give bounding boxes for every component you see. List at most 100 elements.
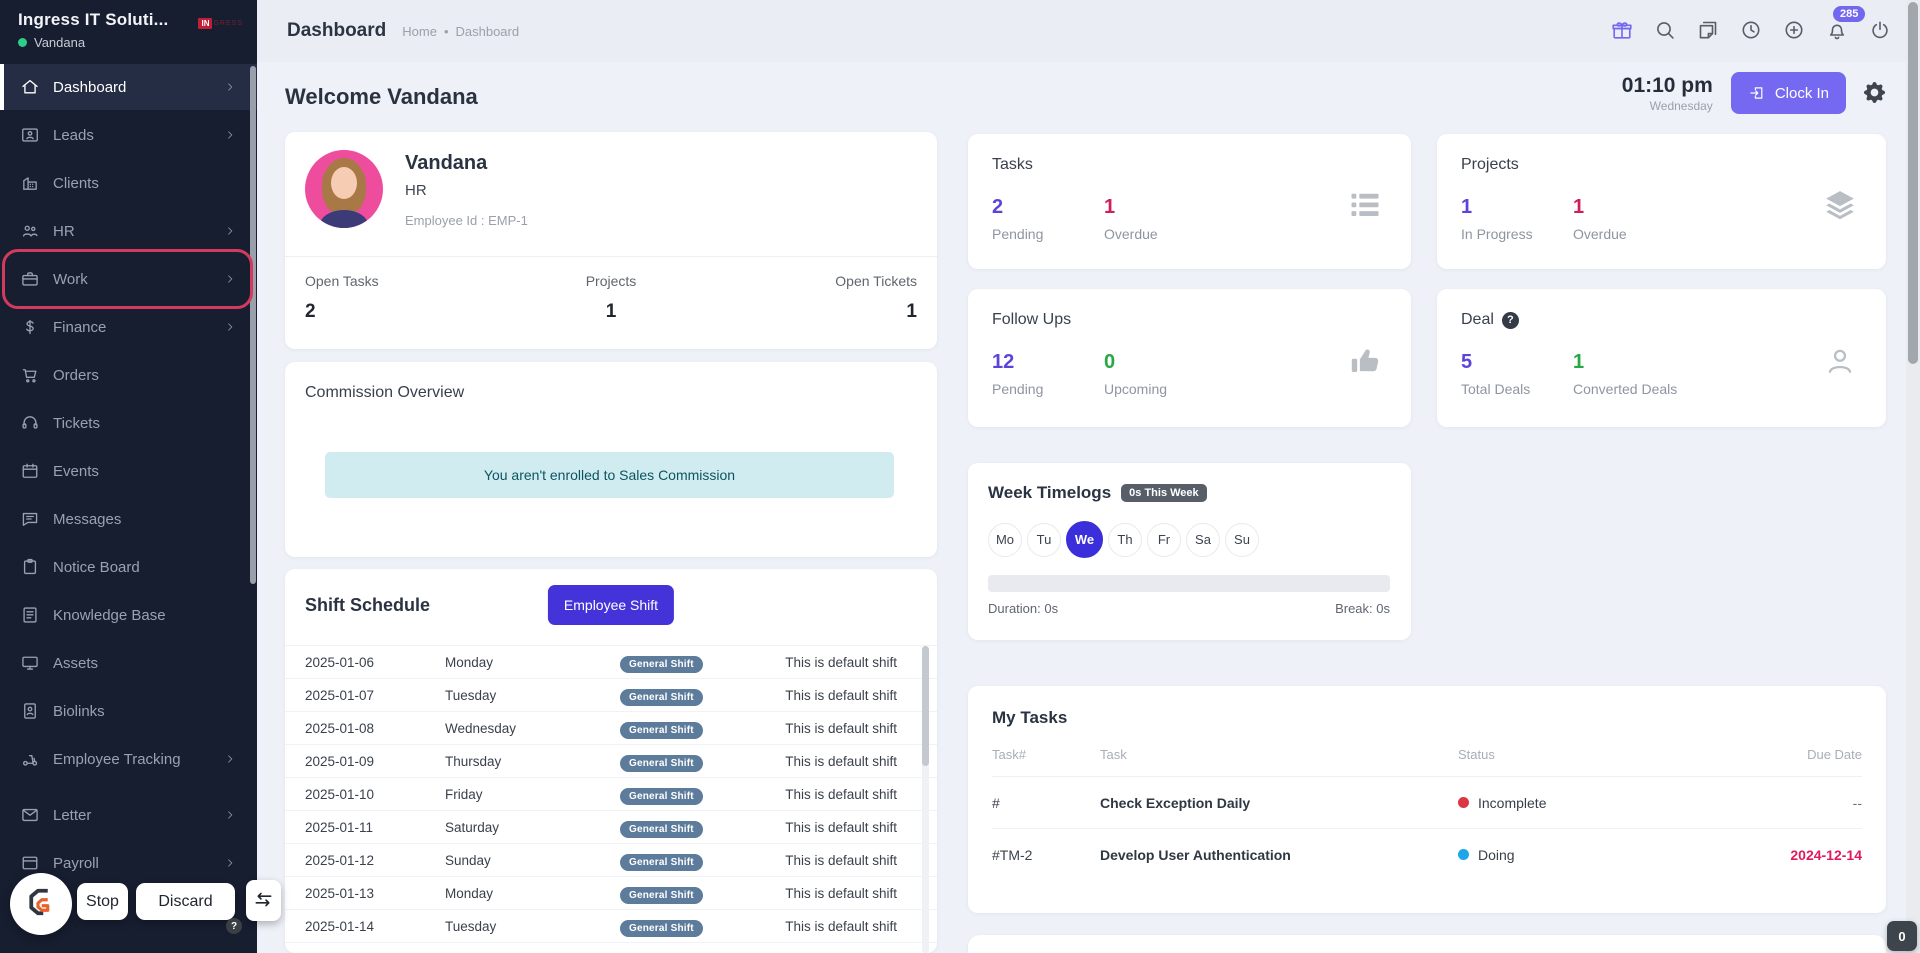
id-card-icon [20,125,40,145]
stat-value: 1 [1573,196,1685,219]
chevron-right-icon [223,224,237,238]
sidebar-item-label: Finance [53,319,106,336]
sidebar-user: Vandana [18,35,243,50]
corner-count-badge[interactable]: 0 [1887,921,1917,951]
topbar-actions: 285 [1610,18,1894,44]
clipboard-icon [20,557,40,577]
sidebar-scrollbar[interactable] [250,66,256,584]
sidebar-item-label: HR [53,223,75,240]
week-timelogs-card: Week Timelogs 0s This Week MoTuWeThFrSaS… [968,463,1411,640]
swap-button[interactable] [246,880,281,921]
task-name: Develop User Authentication [1100,847,1458,863]
help-bubble[interactable]: ? [226,918,242,934]
sidebar-item-leads[interactable]: Leads [0,112,257,158]
bell-button[interactable]: 285 [1825,18,1851,44]
week-day-chip-fr[interactable]: Fr [1147,523,1181,557]
sidebar-item-label: Notice Board [53,559,140,576]
dashboard-settings-gear-icon[interactable] [1864,82,1886,104]
week-day-chip-su[interactable]: Su [1225,523,1259,557]
shift-badge: General Shift [620,722,703,739]
week-day-chip-we[interactable]: We [1066,521,1103,558]
gift-button[interactable] [1610,18,1636,44]
page-scrollbar-thumb[interactable] [1908,2,1918,364]
profile-stat-label: Projects [509,273,713,289]
sidebar-item-assets[interactable]: Assets [0,640,257,686]
sidebar-header: Ingress IT Soluti... INGRESS Vandana [0,0,257,64]
sidebar-item-label: Letter [53,807,91,824]
sidebar-item-messages[interactable]: Messages [0,496,257,542]
shift-date: 2025-01-08 [305,721,445,736]
discard-button[interactable]: Discard [136,883,235,920]
stat-card-title: Deal [1461,311,1494,329]
shift-row: 2025-01-13 Monday General Shift This is … [285,876,937,909]
sidebar-item-label: Clients [53,175,99,192]
power-button[interactable] [1868,18,1894,44]
week-day-chip-tu[interactable]: Tu [1027,523,1061,557]
clock-icon [1739,18,1763,44]
sidebar-item-notice-board[interactable]: Notice Board [0,544,257,590]
shift-badge: General Shift [620,887,703,904]
card-follow-ups: Follow Ups 12 Pending 0 Upcoming [968,289,1411,427]
profile-card: Vandana HR Employee Id : EMP-1 Open Task… [285,132,937,349]
shift-note: This is default shift [740,820,897,835]
week-day-chip-mo[interactable]: Mo [988,523,1022,557]
week-timelogs-title: Week Timelogs [988,483,1111,503]
breadcrumb-home[interactable]: Home [402,24,437,39]
welcome-actions: 01:10 pm Wednesday Clock In [1622,72,1886,114]
shift-row: 2025-01-11 Saturday General Shift This i… [285,810,937,843]
break-label: Break: 0s [1335,601,1390,616]
help-icon[interactable]: ? [1502,312,1519,329]
sidebar-item-work[interactable]: Work [0,256,257,302]
chevron-right-icon [223,272,237,286]
col-task-number: Task# [992,747,1100,762]
employee-shift-button[interactable]: Employee Shift [548,585,674,625]
sidebar-item-dashboard[interactable]: Dashboard [0,64,257,110]
task-row[interactable]: #TM-2 Develop User Authentication Doing … [992,828,1862,880]
sidebar-item-hr[interactable]: HR [0,208,257,254]
search-button[interactable] [1653,18,1679,44]
plus-button[interactable] [1782,18,1808,44]
profile-stat-label: Open Tickets [713,273,917,289]
sidebar-item-events[interactable]: Events [0,448,257,494]
sidebar-item-finance[interactable]: Finance [0,304,257,350]
recorder-logo[interactable] [10,873,72,935]
status-text: Incomplete [1478,795,1546,811]
next-card-stub [968,935,1886,953]
chevron-right-icon [223,80,237,94]
sidebar-item-knowledge-base[interactable]: Knowledge Base [0,592,257,638]
stop-button[interactable]: Stop [77,883,128,920]
profile-role: HR [405,182,528,199]
sidebar-item-letter[interactable]: Letter [0,792,257,838]
avatar [305,150,383,228]
shift-scrollbar-thumb[interactable] [922,646,929,766]
clock-button[interactable] [1739,18,1765,44]
stat-label: Pending [992,381,1104,397]
clock-in-button[interactable]: Clock In [1731,72,1846,114]
profile-stat-open-tickets: Open Tickets 1 [713,273,917,349]
envelope-icon [20,805,40,825]
sidebar-item-employee-tracking[interactable]: Employee Tracking [0,736,257,782]
chevron-right-icon [223,128,237,142]
sidebar-item-tickets[interactable]: Tickets [0,400,257,446]
col-task: Task [1100,747,1458,762]
card-projects: Projects 1 In Progress 1 Overdue [1437,134,1886,269]
sidebar-item-label: Events [53,463,99,480]
stat: 2 Pending [992,196,1104,242]
duration-label: Duration: 0s [988,601,1058,616]
stat: 1 Overdue [1104,196,1216,242]
stat: 1 Converted Deals [1573,351,1685,397]
sidebar-item-orders[interactable]: Orders [0,352,257,398]
sidebar-item-biolinks[interactable]: Biolinks [0,688,257,734]
stat-value: 2 [992,196,1104,219]
week-day-chip-th[interactable]: Th [1108,523,1142,557]
shift-badge: General Shift [620,821,703,838]
shift-row: 2025-01-12 Sunday General Shift This is … [285,843,937,876]
sidebar-item-clients[interactable]: Clients [0,160,257,206]
stat-label: Upcoming [1104,381,1216,397]
sidebar-user-name: Vandana [34,35,85,50]
profile-stat-label: Open Tasks [305,273,509,289]
task-row[interactable]: # Check Exception Daily Incomplete -- [992,776,1862,828]
notes-button[interactable] [1696,18,1722,44]
week-day-chip-sa[interactable]: Sa [1186,523,1220,557]
swap-icon [253,889,274,913]
